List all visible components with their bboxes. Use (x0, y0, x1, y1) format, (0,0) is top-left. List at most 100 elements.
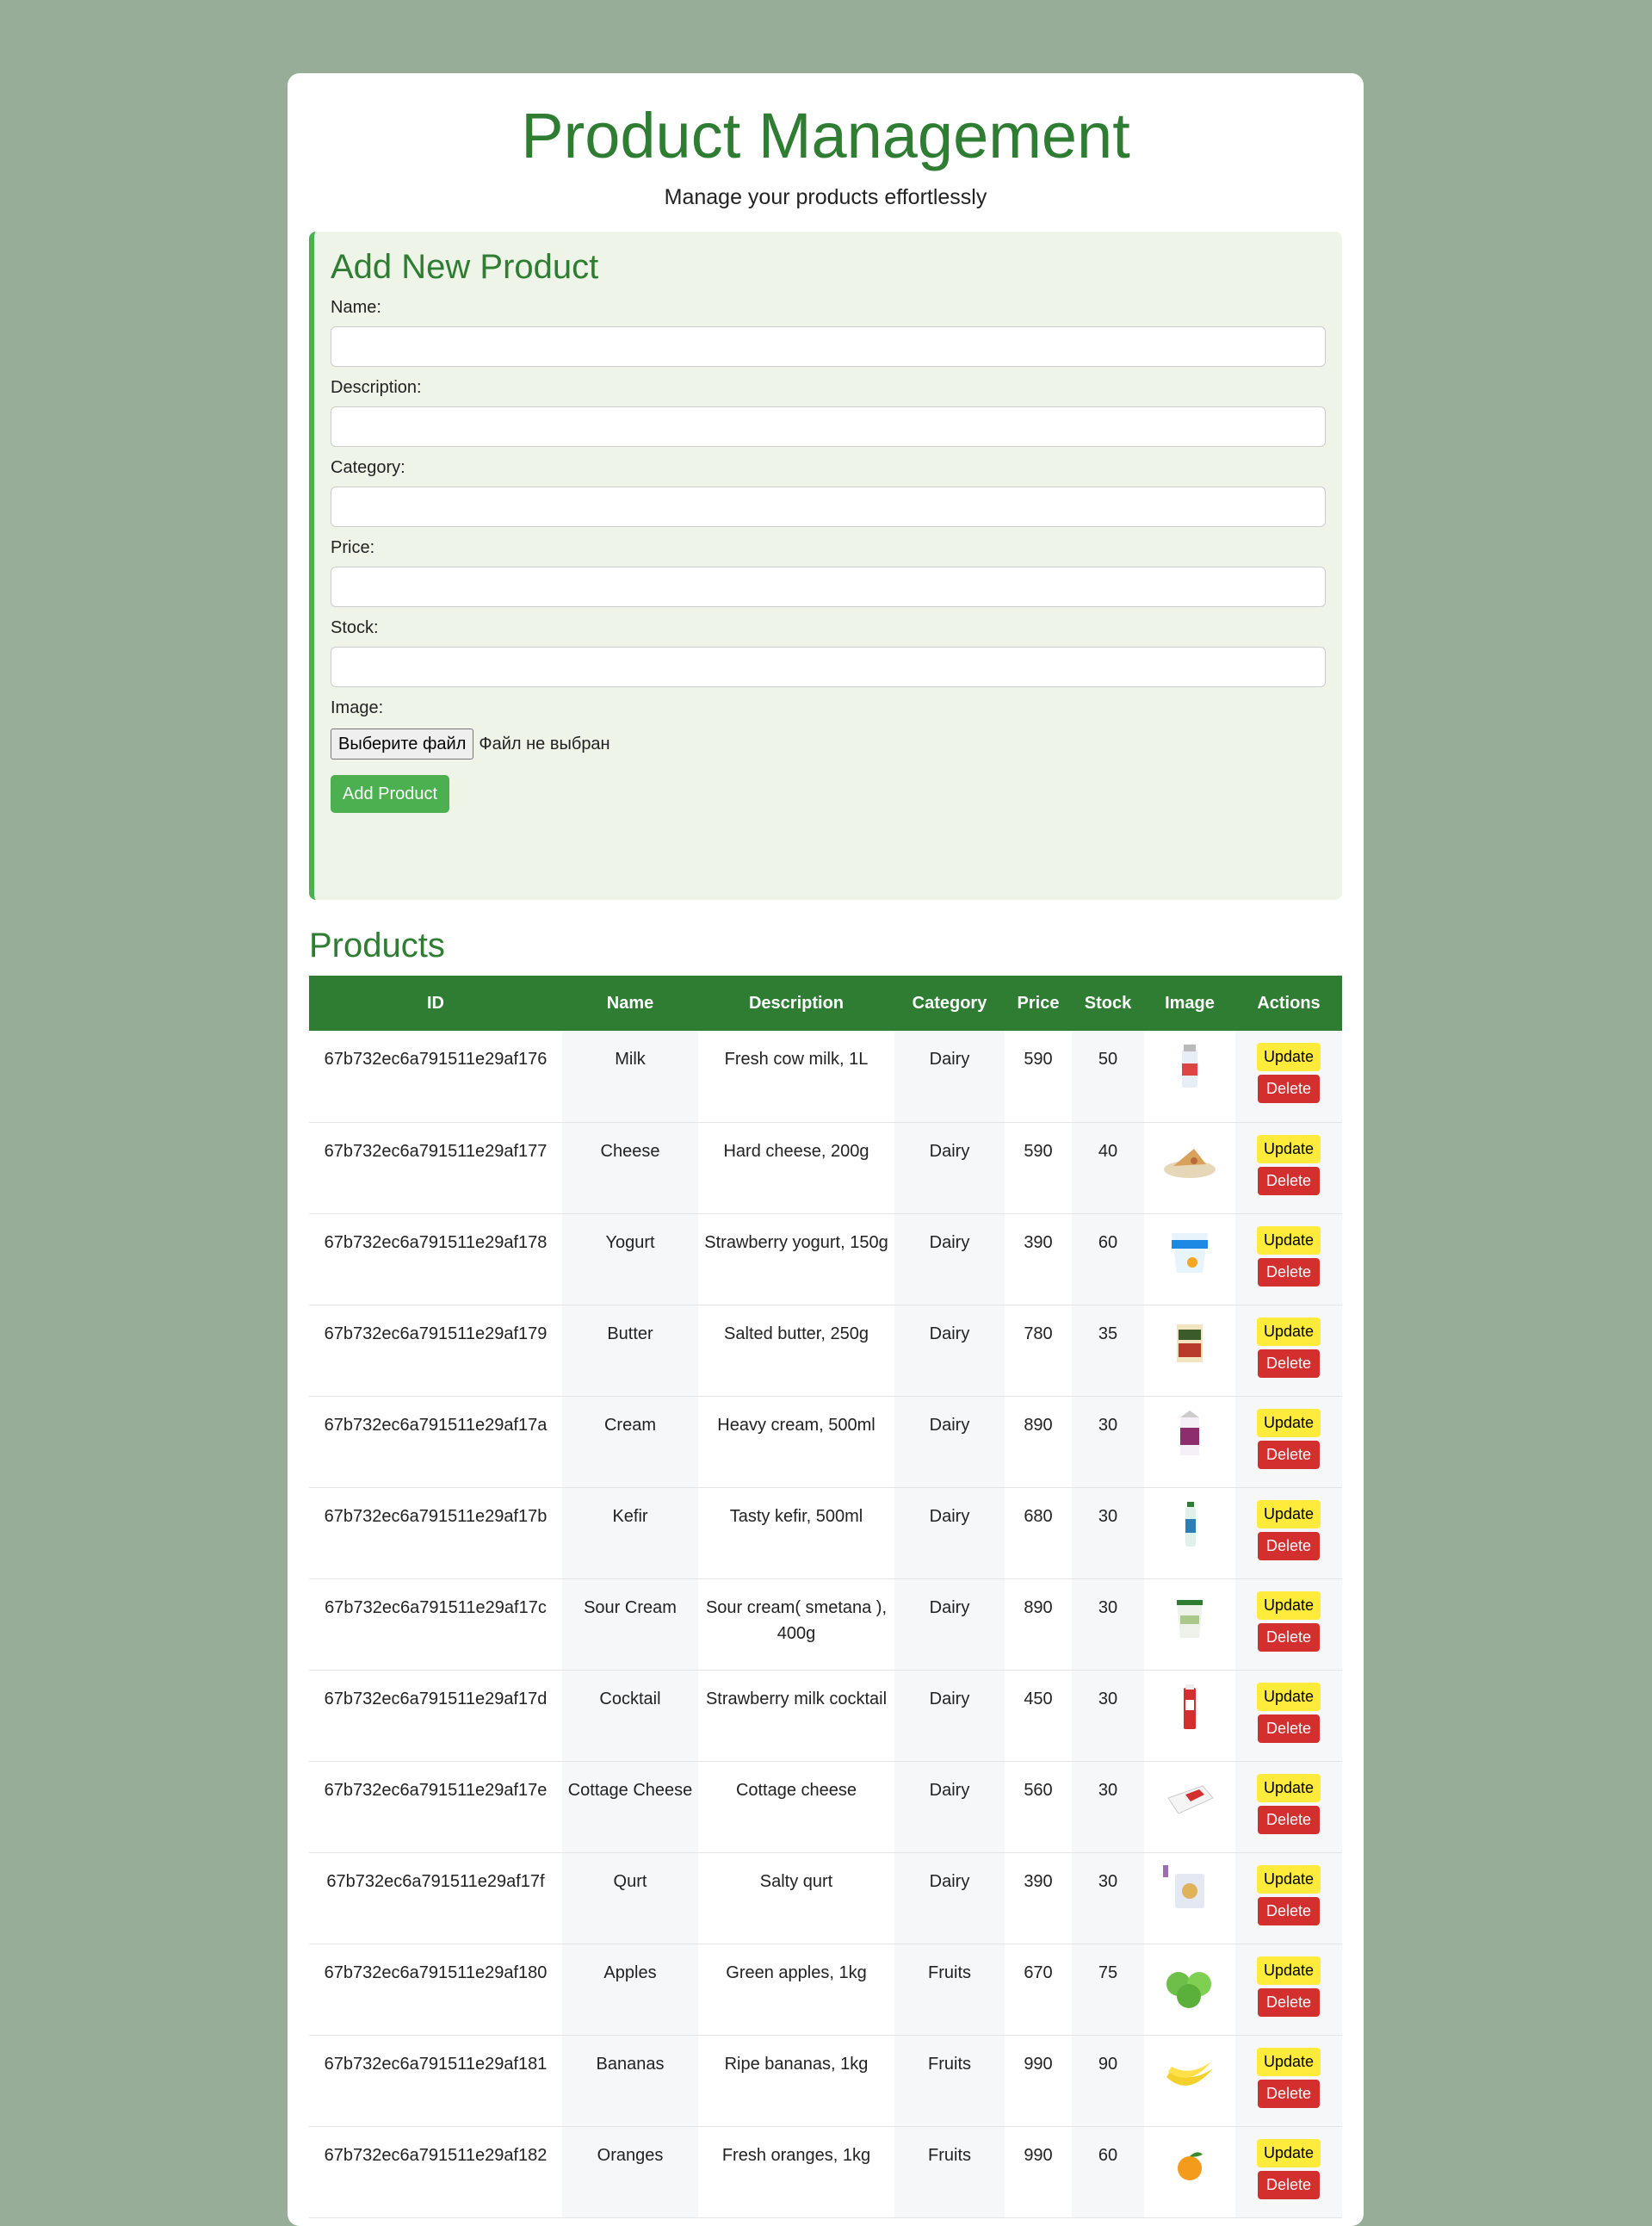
cell-price: 680 (1005, 1487, 1072, 1579)
category-input[interactable] (331, 487, 1326, 527)
table-row: 67b732ec6a791511e29af180 Apples Green appl… (309, 1944, 1342, 2036)
cell-id: 67b732ec6a791511e29af17c (309, 1578, 562, 1671)
update-button[interactable]: Update (1257, 2138, 1321, 2167)
update-button[interactable]: Update (1257, 1773, 1321, 1802)
cell-id: 67b732ec6a791511e29af17a (309, 1396, 562, 1488)
name-input[interactable] (331, 326, 1326, 367)
delete-button[interactable]: Delete (1258, 1987, 1320, 2017)
cell-id: 67b732ec6a791511e29af180 (309, 1944, 562, 2036)
cell-stock: 90 (1072, 2035, 1144, 2127)
cell-id: 67b732ec6a791511e29af17d (309, 1670, 562, 1762)
cell-description: Tasty kefir, 500ml (698, 1487, 894, 1579)
delete-button[interactable]: Delete (1258, 1166, 1320, 1195)
cell-id: 67b732ec6a791511e29af177 (309, 1122, 562, 1214)
cell-description: Salty qurt (698, 1852, 894, 1944)
update-button[interactable]: Update (1257, 1864, 1321, 1894)
cell-name: Qurt (562, 1852, 698, 1944)
update-button[interactable]: Update (1257, 1225, 1321, 1255)
cell-category: Dairy (894, 1761, 1005, 1853)
update-button[interactable]: Update (1257, 1317, 1321, 1346)
add-product-button[interactable]: Add Product (331, 775, 450, 813)
price-input[interactable] (331, 567, 1326, 607)
update-button[interactable]: Update (1257, 1043, 1321, 1071)
cell-category: Dairy (894, 1852, 1005, 1944)
delete-button[interactable]: Delete (1258, 1257, 1320, 1287)
delete-button[interactable]: Delete (1258, 1440, 1320, 1469)
cell-category: Fruits (894, 2126, 1005, 2218)
col-header-image: Image (1144, 976, 1235, 1031)
table-row: 67b732ec6a791511e29af17c Sour Cream Sour c… (309, 1578, 1342, 1671)
cell-stock: 60 (1072, 2126, 1144, 2218)
name-label: Name: (331, 298, 381, 317)
delete-button[interactable]: Delete (1258, 1805, 1320, 1834)
cell-description: Fresh oranges, 1kg (698, 2126, 894, 2218)
cell-name: Cottage Cheese (562, 1761, 698, 1853)
cell-price: 780 (1005, 1305, 1072, 1397)
cell-actions: Update Delete (1235, 1305, 1342, 1397)
cell-image (1144, 1670, 1235, 1762)
page-subtitle: Manage your products effortlessly (664, 185, 987, 209)
page-title: Product Management (521, 100, 1130, 171)
cell-id: 67b732ec6a791511e29af17b (309, 1487, 562, 1579)
image-file-input: Выберите файл Файл не выбран (331, 729, 1326, 760)
update-button[interactable]: Update (1257, 2047, 1321, 2076)
delete-button[interactable]: Delete (1258, 1714, 1320, 1743)
cell-price: 450 (1005, 1670, 1072, 1762)
kefir-bottle-icon (1160, 1501, 1220, 1559)
cell-price: 670 (1005, 1944, 1072, 2036)
update-button[interactable]: Update (1257, 1956, 1321, 1985)
cell-category: Fruits (894, 2035, 1005, 2127)
cell-stock: 35 (1072, 1305, 1144, 1397)
cell-category: Dairy (894, 1305, 1005, 1397)
cell-id: 67b732ec6a791511e29af178 (309, 1213, 562, 1305)
choose-file-button[interactable]: Выберите файл (331, 729, 474, 760)
cell-stock: 50 (1072, 1031, 1144, 1123)
delete-button[interactable]: Delete (1258, 1622, 1320, 1652)
product-rows: 67b732ec6a791511e29af176 Milk Fresh cow mi… (309, 1031, 1342, 2218)
table-row: 67b732ec6a791511e29af17e Cottage Cheese Co… (309, 1761, 1342, 1853)
cell-price: 590 (1005, 1122, 1072, 1214)
add-product-form: Add New Product Name: Description: Categ… (309, 232, 1342, 900)
cell-image (1144, 2035, 1235, 2127)
update-button[interactable]: Update (1257, 1134, 1321, 1163)
col-header-id: ID (309, 976, 562, 1031)
table-row: 67b732ec6a791511e29af178 Yogurt Strawberry… (309, 1213, 1342, 1305)
milk-carton-icon (1160, 1045, 1220, 1102)
yogurt-cup-icon (1160, 1232, 1220, 1286)
sour-cream-cup-icon (1160, 1599, 1220, 1651)
cell-name: Sour Cream (562, 1578, 698, 1671)
cell-image (1144, 1487, 1235, 1579)
delete-button[interactable]: Delete (1258, 1896, 1320, 1925)
description-input[interactable] (331, 406, 1326, 447)
update-button[interactable]: Update (1257, 1590, 1321, 1620)
update-button[interactable]: Update (1257, 1682, 1321, 1711)
cell-id: 67b732ec6a791511e29af179 (309, 1305, 562, 1397)
cell-actions: Update Delete (1235, 2035, 1342, 2127)
cell-actions: Update Delete (1235, 2126, 1342, 2218)
cell-actions: Update Delete (1235, 1761, 1342, 1853)
delete-button[interactable]: Delete (1258, 1531, 1320, 1560)
delete-button[interactable]: Delete (1258, 1349, 1320, 1378)
cell-category: Dairy (894, 1578, 1005, 1671)
table-row: 67b732ec6a791511e29af17a Cream Heavy cream… (309, 1396, 1342, 1488)
cell-image (1144, 1031, 1235, 1123)
cell-stock: 60 (1072, 1213, 1144, 1305)
delete-button[interactable]: Delete (1258, 2170, 1320, 2199)
cell-id: 67b732ec6a791511e29af181 (309, 2035, 562, 2127)
delete-button[interactable]: Delete (1258, 1075, 1320, 1103)
file-status-text: Файл не выбран (479, 734, 610, 753)
milk-cocktail-icon (1160, 1683, 1220, 1742)
cell-image (1144, 1944, 1235, 2036)
update-button[interactable]: Update (1257, 1499, 1321, 1528)
col-header-description: Description (698, 976, 894, 1031)
cell-id: 67b732ec6a791511e29af17e (309, 1761, 562, 1853)
cell-category: Dairy (894, 1670, 1005, 1762)
qurt-pack-icon (1160, 1864, 1220, 1925)
update-button[interactable]: Update (1257, 1408, 1321, 1437)
cell-description: Green apples, 1kg (698, 1944, 894, 2036)
stock-input[interactable] (331, 647, 1326, 687)
delete-button[interactable]: Delete (1258, 2079, 1320, 2108)
cell-stock: 30 (1072, 1396, 1144, 1488)
description-label: Description: (331, 378, 422, 397)
cell-category: Dairy (894, 1031, 1005, 1123)
